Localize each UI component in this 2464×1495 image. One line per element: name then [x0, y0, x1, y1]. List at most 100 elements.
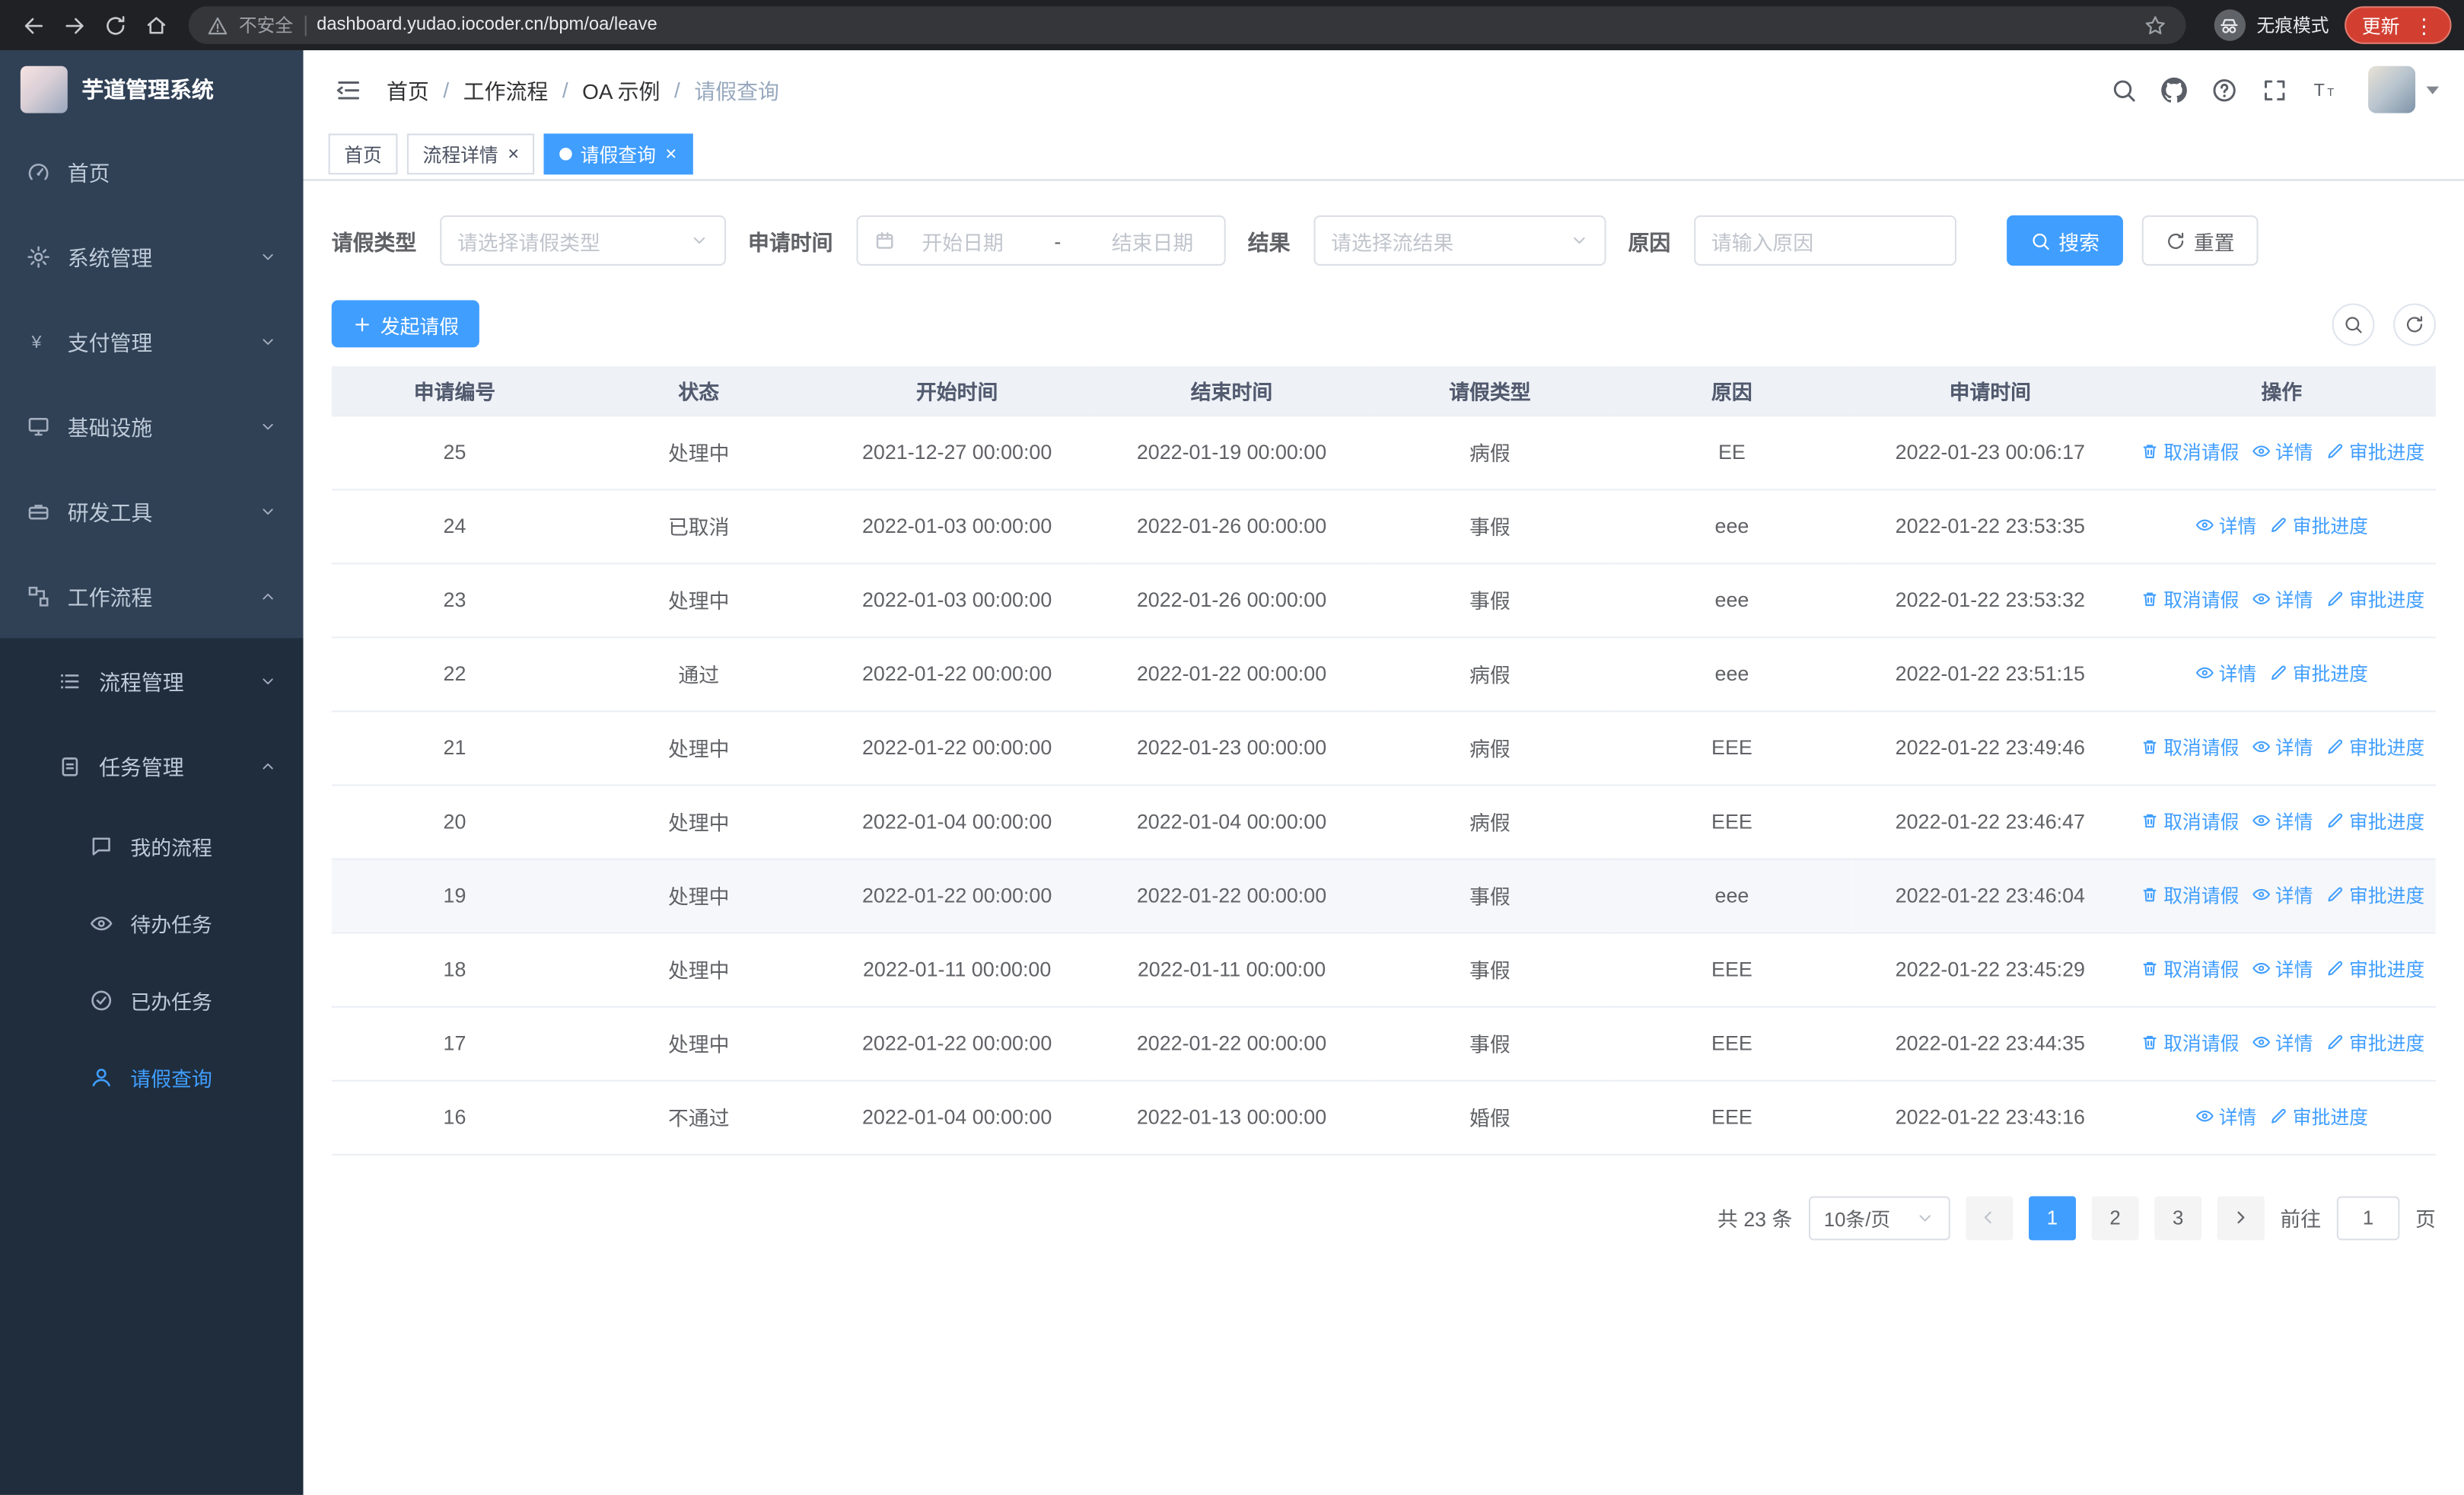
chevron-up-icon	[259, 757, 277, 774]
table-row[interactable]: 18 处理中 2022-01-11 00:00:00 2022-01-11 00…	[331, 932, 2436, 1007]
goto-page-input[interactable]: 1	[2336, 1195, 2400, 1240]
approval-progress-link[interactable]: 审批进度	[2269, 660, 2368, 687]
github-icon[interactable]	[2161, 76, 2188, 103]
sidebar-item-system[interactable]: 系统管理	[0, 214, 304, 299]
table-row[interactable]: 16 不通过 2022-01-04 00:00:00 2022-01-13 00…	[331, 1079, 2436, 1155]
sidebar-item-process-management[interactable]: 流程管理	[0, 638, 304, 723]
sidebar-item-my-processes[interactable]: 我的流程	[0, 808, 304, 885]
approval-progress-link[interactable]: 审批进度	[2326, 955, 2424, 982]
font-size-icon[interactable]	[2312, 76, 2338, 103]
table-row[interactable]: 23 处理中 2022-01-03 00:00:00 2022-01-26 00…	[331, 563, 2436, 638]
forward-button[interactable]	[53, 5, 94, 46]
apply-time-range-picker[interactable]: 开始日期 - 结束日期	[856, 215, 1226, 266]
sidebar-item-leave-query[interactable]: 请假查询	[0, 1039, 304, 1116]
cancel-leave-link[interactable]: 取消请假	[2140, 734, 2239, 760]
browser-menu-icon[interactable]: ⋮	[2414, 15, 2434, 36]
breadcrumb-item-oa-example[interactable]: OA 示例	[582, 74, 660, 105]
cancel-leave-link[interactable]: 取消请假	[2140, 1029, 2239, 1056]
table-row[interactable]: 25 处理中 2021-12-27 00:00:00 2022-01-19 00…	[331, 415, 2436, 490]
table-row[interactable]: 21 处理中 2022-01-22 00:00:00 2022-01-23 00…	[331, 710, 2436, 786]
table-row[interactable]: 20 处理中 2022-01-04 00:00:00 2022-01-04 00…	[331, 784, 2436, 859]
approval-progress-link[interactable]: 审批进度	[2326, 438, 2424, 465]
prev-page-button[interactable]	[1966, 1195, 2014, 1240]
tab-label: 请假查询	[580, 143, 656, 166]
approval-progress-link[interactable]: 审批进度	[2269, 1103, 2368, 1130]
refresh-table-button[interactable]	[2393, 302, 2436, 346]
table-row[interactable]: 22 通过 2022-01-22 00:00:00 2022-01-22 00:…	[331, 636, 2436, 712]
detail-link[interactable]: 详情	[2252, 1029, 2313, 1056]
help-icon[interactable]	[2211, 76, 2238, 103]
table-row[interactable]: 17 处理中 2022-01-22 00:00:00 2022-01-22 00…	[331, 1006, 2436, 1081]
cancel-leave-link[interactable]: 取消请假	[2140, 808, 2239, 834]
search-button[interactable]: 搜索	[2007, 215, 2123, 266]
result-select[interactable]: 请选择流结果	[1313, 215, 1606, 266]
cell-status: 处理中	[578, 1006, 820, 1081]
search-icon[interactable]	[2110, 76, 2137, 103]
table-row[interactable]: 19 处理中 2022-01-22 00:00:00 2022-01-22 00…	[331, 858, 2436, 933]
detail-link[interactable]: 详情	[2195, 512, 2256, 539]
tab-process-detail[interactable]: 流程详情 ×	[406, 133, 535, 175]
create-leave-button[interactable]: 发起请假	[331, 300, 479, 348]
reload-button[interactable]	[94, 5, 135, 46]
sidebar-item-done-tasks[interactable]: 已办任务	[0, 962, 304, 1039]
detail-link[interactable]: 详情	[2252, 881, 2313, 908]
breadcrumb-item-home[interactable]: 首页	[387, 74, 429, 105]
cell-apply-id: 16	[331, 1079, 578, 1155]
detail-link[interactable]: 详情	[2195, 1103, 2256, 1130]
leave-type-select[interactable]: 请选择请假类型	[440, 215, 727, 266]
detail-link[interactable]: 详情	[2252, 955, 2313, 982]
detail-link[interactable]: 详情	[2195, 660, 2256, 687]
table-row[interactable]: 24 已取消 2022-01-03 00:00:00 2022-01-26 00…	[331, 489, 2436, 564]
page-button-1[interactable]: 1	[2028, 1195, 2076, 1240]
approval-progress-link[interactable]: 审批进度	[2269, 512, 2368, 539]
detail-link[interactable]: 详情	[2252, 808, 2313, 834]
sidebar-item-payment[interactable]: 支付管理	[0, 298, 304, 384]
approval-progress-link[interactable]: 审批进度	[2326, 586, 2424, 613]
page-button-2[interactable]: 2	[2091, 1195, 2139, 1240]
navbar: 首页 / 工作流程 / OA 示例 / 请假查询	[304, 50, 2464, 129]
close-icon[interactable]: ×	[664, 144, 676, 164]
detail-link[interactable]: 详情	[2252, 734, 2313, 760]
breadcrumb-item-workflow[interactable]: 工作流程	[463, 74, 549, 105]
table-header-row: 申请编号 状态 开始时间 结束时间 请假类型 原因 申请时间 操作	[331, 366, 2436, 416]
update-button[interactable]: 更新 ⋮	[2345, 6, 2452, 44]
cell-apply-time: 2022-01-22 23:51:15	[1852, 636, 2128, 712]
next-page-button[interactable]	[2217, 1195, 2265, 1240]
sidebar-item-task-management[interactable]: 任务管理	[0, 723, 304, 808]
page-button-3[interactable]: 3	[2154, 1195, 2202, 1240]
tab-leave-query[interactable]: 请假查询 ×	[544, 133, 693, 175]
fullscreen-icon[interactable]	[2262, 76, 2288, 103]
cancel-leave-link[interactable]: 取消请假	[2140, 955, 2239, 982]
close-icon[interactable]: ×	[506, 144, 519, 164]
cancel-leave-link[interactable]: 取消请假	[2140, 438, 2239, 465]
toggle-search-button[interactable]	[2332, 302, 2375, 346]
cancel-leave-link[interactable]: 取消请假	[2140, 881, 2239, 908]
cell-status: 已取消	[578, 489, 820, 564]
address-bar[interactable]: 不安全 dashboard.yudao.iocoder.cn/bpm/oa/le…	[188, 6, 2186, 44]
sidebar-item-workflow[interactable]: 工作流程	[0, 553, 304, 639]
approval-progress-link[interactable]: 审批进度	[2326, 808, 2424, 834]
detail-link[interactable]: 详情	[2252, 586, 2313, 613]
logo[interactable]: 芋道管理系统	[0, 50, 304, 129]
sidebar-item-infrastructure[interactable]: 基础设施	[0, 384, 304, 469]
sidebar-fold-button[interactable]	[329, 71, 367, 109]
table-toolbar: 发起请假	[331, 300, 2436, 348]
approval-progress-link[interactable]: 审批进度	[2326, 881, 2424, 908]
reset-button[interactable]: 重置	[2141, 215, 2259, 266]
bookmark-icon[interactable]	[2144, 14, 2167, 37]
approval-progress-link[interactable]: 审批进度	[2326, 1029, 2424, 1056]
approval-progress-link[interactable]: 审批进度	[2326, 734, 2424, 760]
page-size-select[interactable]: 10条/页	[1808, 1195, 1950, 1240]
active-dot	[559, 148, 573, 161]
sidebar-item-todo-tasks[interactable]: 待办任务	[0, 885, 304, 962]
cell-leave-type: 事假	[1368, 489, 1611, 564]
sidebar-item-dev-tools[interactable]: 研发工具	[0, 468, 304, 553]
detail-link[interactable]: 详情	[2252, 438, 2313, 465]
back-button[interactable]	[13, 5, 54, 46]
home-button[interactable]	[135, 5, 177, 46]
tab-home[interactable]: 首页	[328, 133, 398, 175]
user-menu[interactable]	[2368, 65, 2440, 113]
sidebar-item-home[interactable]: 首页	[0, 129, 304, 214]
cancel-leave-link[interactable]: 取消请假	[2140, 586, 2239, 613]
reason-input[interactable]: 请输入原因	[1694, 215, 1957, 266]
